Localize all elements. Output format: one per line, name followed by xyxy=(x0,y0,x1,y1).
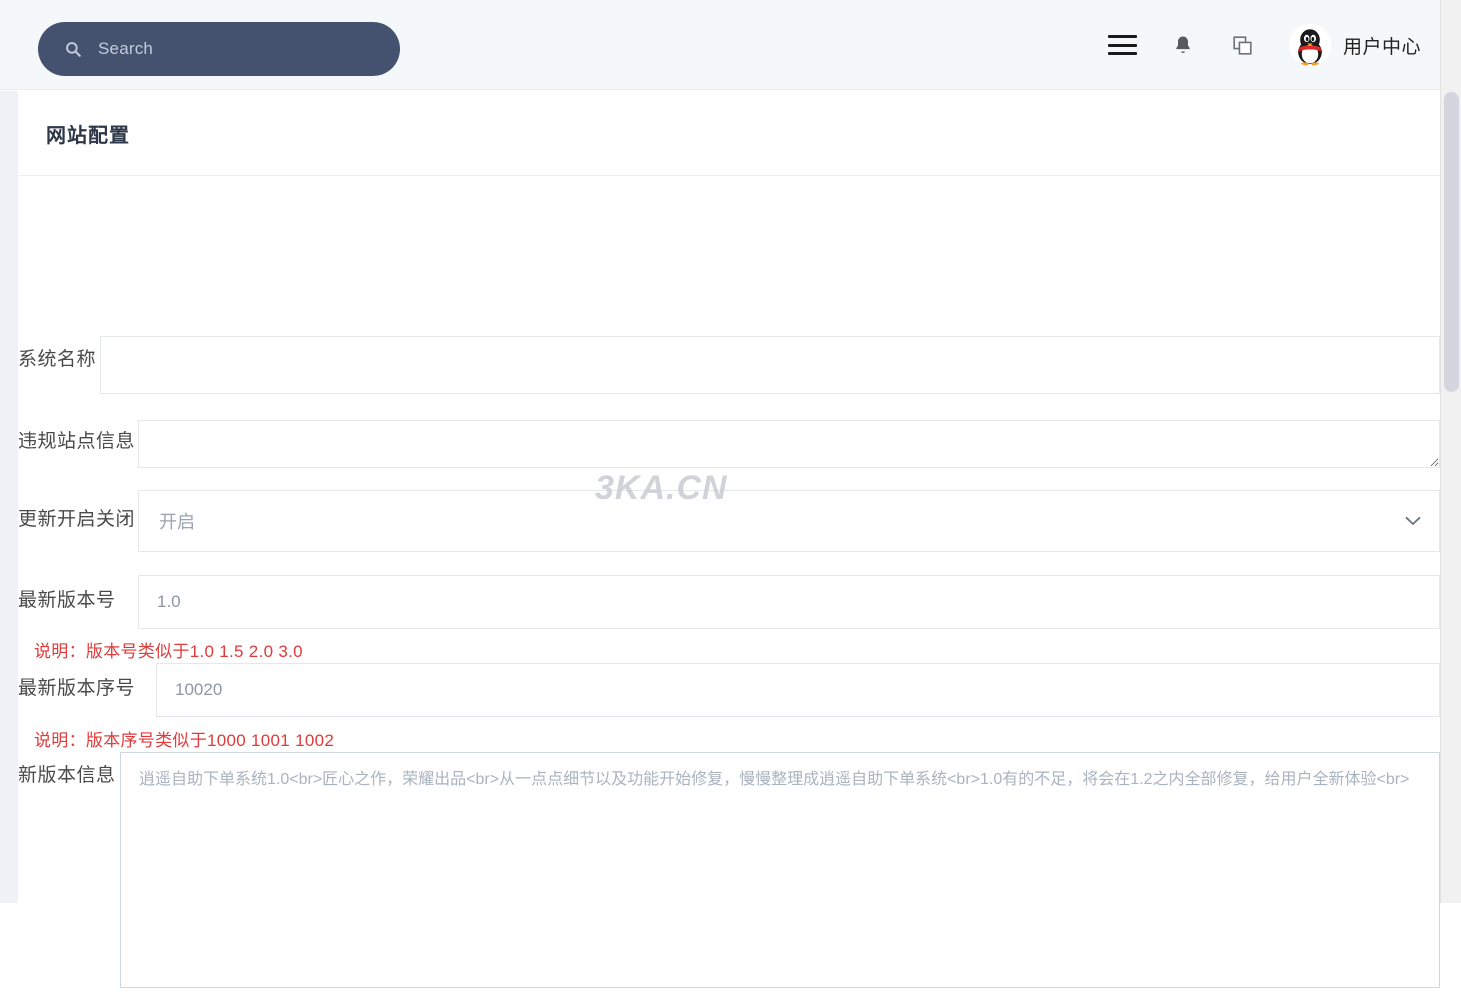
page-scrollbar-track[interactable] xyxy=(1440,0,1461,903)
latest-version-serial-input[interactable] xyxy=(156,663,1440,717)
user-center-label: 用户中心 xyxy=(1342,36,1421,58)
label-latest-version-serial: 最新版本序号 xyxy=(18,678,136,699)
user-center-button[interactable]: 用户中心 xyxy=(1288,24,1421,66)
form-row-latest-version: 最新版本号 xyxy=(18,575,1440,629)
bell-icon xyxy=(1176,36,1190,53)
form-row-update-switch: 更新开启关闭 开启 xyxy=(18,490,1440,552)
form-row-new-version-info: 新版本信息 xyxy=(18,752,1440,992)
update-switch-select[interactable]: 开启 xyxy=(138,490,1440,552)
hint-latest-version: 说明：版本号类似于1.0 1.5 2.0 3.0 xyxy=(34,642,303,661)
copy-window-icon xyxy=(1233,35,1253,55)
page-title: 网站配置 xyxy=(46,124,130,147)
left-gutter xyxy=(0,91,18,903)
illegal-site-info-textarea[interactable] xyxy=(138,420,1440,468)
card-header: 网站配置 xyxy=(18,91,1440,176)
form-row-latest-version-serial: 最新版本序号 xyxy=(18,663,1440,717)
form-row-illegal-site-info: 违规站点信息 xyxy=(18,420,1440,468)
website-config-card: 网站配置 系统名称 违规站点信息 更新开启关闭 开启 最新版本号 1.0 说明：… xyxy=(18,91,1440,988)
hamburger-menu-button[interactable] xyxy=(1093,15,1153,75)
hint-latest-version-serial: 说明：版本序号类似于1000 1001 1002 xyxy=(34,731,335,750)
system-name-input[interactable] xyxy=(100,336,1440,394)
page-body: 网站配置 系统名称 违规站点信息 更新开启关闭 开启 最新版本号 1.0 说明：… xyxy=(0,91,1461,988)
notifications-button[interactable] xyxy=(1153,15,1213,75)
label-latest-version: 最新版本号 xyxy=(18,590,116,611)
search-placeholder-text: Search xyxy=(98,39,154,58)
hamburger-menu-icon xyxy=(1108,35,1138,55)
top-nav-actions: 用户中心 xyxy=(1093,0,1421,90)
label-system-name: 系统名称 xyxy=(18,349,97,370)
multi-window-button[interactable] xyxy=(1213,15,1273,75)
label-new-version-info: 新版本信息 xyxy=(18,765,116,786)
latest-version-input[interactable] xyxy=(138,575,1440,629)
page-scrollbar-thumb[interactable] xyxy=(1444,92,1459,392)
qq-penguin-avatar xyxy=(1288,24,1331,66)
chevron-down-icon xyxy=(1405,516,1421,525)
new-version-info-textarea[interactable] xyxy=(120,752,1440,988)
form-row-system-name: 系统名称 xyxy=(18,336,1440,394)
search-icon xyxy=(66,42,81,57)
label-update-switch: 更新开启关闭 xyxy=(18,509,136,530)
update-switch-value: 开启 xyxy=(159,512,195,532)
top-navigation-bar: Search 用户中心 xyxy=(0,0,1461,90)
search-input[interactable]: Search xyxy=(38,22,400,76)
label-illegal-site-info: 违规站点信息 xyxy=(18,431,136,452)
